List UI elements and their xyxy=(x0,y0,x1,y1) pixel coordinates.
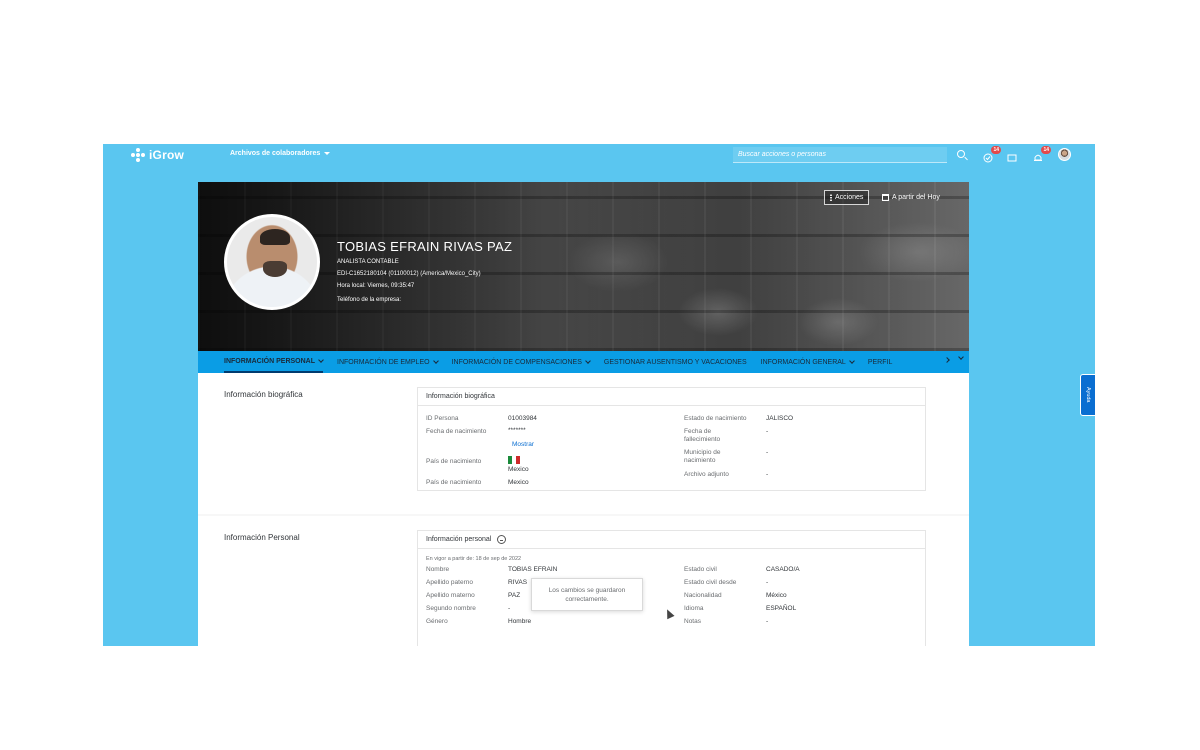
mexico-flag-icon xyxy=(508,456,520,464)
profile-header: TOBIAS EFRAIN RIVAS PAZ ANALISTA CONTABL… xyxy=(198,182,969,351)
gender-label: Género xyxy=(426,618,448,625)
marital-since-label: Estado civil desde xyxy=(684,579,737,586)
more-icon xyxy=(830,194,832,201)
paternal-surname-value: RIVAS xyxy=(508,579,528,586)
help-side-button[interactable]: Ayuda xyxy=(1080,374,1095,416)
phone-label: Teléfono de la empresa: xyxy=(337,297,402,303)
search-icon[interactable] xyxy=(957,150,965,158)
search-input[interactable]: Buscar acciones o personas xyxy=(733,147,947,163)
tab-employment-info[interactable]: INFORMACIÓN DE EMPLEO xyxy=(337,351,439,373)
personal-card-title: Información personal xyxy=(426,536,492,543)
notes-label: Notas xyxy=(684,618,701,625)
marital-status-label: Estado civil xyxy=(684,566,717,573)
dob-label: Fecha de nacimiento xyxy=(426,428,487,435)
maternal-surname-label: Apellido materno xyxy=(426,592,475,599)
approvals-icon[interactable]: 14 xyxy=(983,146,1001,163)
language-value: ESPAÑOL xyxy=(766,605,797,612)
igrow-logo[interactable]: iGrow xyxy=(131,147,184,163)
employee-files-label: Archivos de colaboradores xyxy=(230,150,321,157)
nationality-value: México xyxy=(766,592,787,599)
approvals-badge: 14 xyxy=(991,146,1001,154)
save-success-toast: Los cambios se guardaron correctamente. xyxy=(531,578,643,611)
personal-card: Información personal En vigor a partir d… xyxy=(417,530,926,646)
employee-title: ANALISTA CONTABLE xyxy=(337,259,399,265)
actions-button[interactable]: Acciones xyxy=(824,190,870,205)
logo-text: iGrow xyxy=(149,148,185,162)
marital-status-value: CASADO/A xyxy=(766,566,800,573)
chevron-down-icon[interactable] xyxy=(958,354,964,360)
language-label: Idioma xyxy=(684,605,704,612)
bio-card-header: Información biográfica xyxy=(418,388,925,406)
middle-name-label: Segundo nombre xyxy=(426,605,476,612)
tab-profile[interactable]: PERFIL xyxy=(868,351,893,373)
tab-general-info[interactable]: INFORMACIÓN GENERAL xyxy=(761,351,855,373)
dob-value: ******* xyxy=(508,427,526,434)
bio-card-title: Información biográfica xyxy=(426,393,495,400)
company-phone: Teléfono de la empresa: xyxy=(337,297,401,303)
employee-files-menu[interactable]: Archivos de colaboradores xyxy=(230,150,331,157)
birth-municipality-label: Municipio de nacimiento xyxy=(684,449,721,464)
first-name-label: Nombre xyxy=(426,566,450,573)
tab-personal-info[interactable]: INFORMACIÓN PERSONAL xyxy=(224,351,324,373)
employee-id: EDI-C1652180104 (01100012) (America/Mexi… xyxy=(337,271,481,277)
employee-name: TOBIAS EFRAIN RIVAS PAZ xyxy=(337,239,513,254)
birth-country-value: Mexico xyxy=(508,466,529,473)
chevron-right-icon[interactable] xyxy=(944,357,950,363)
personal-card-header: Información personal xyxy=(418,531,925,549)
toast-line-1: Los cambios se guardaron xyxy=(548,587,626,594)
middle-name-value: - xyxy=(508,605,511,612)
birth-country-label: País de nacimiento xyxy=(426,458,482,465)
chevron-down-icon xyxy=(848,358,855,364)
chevron-down-icon xyxy=(432,358,439,364)
birth-country-label-2: País de nacimiento xyxy=(426,479,482,486)
birth-state-value: JALISCO xyxy=(766,415,794,422)
marital-since-value: - xyxy=(766,579,769,586)
notifications-badge: 14 xyxy=(1041,146,1051,154)
attachment-value: - xyxy=(766,471,769,478)
birth-state-label: Estado de nacimiento xyxy=(684,415,747,422)
birth-country-value-2: Mexico xyxy=(508,479,529,486)
chevron-down-icon xyxy=(318,357,324,363)
calendar-icon xyxy=(882,194,889,201)
person-id-label: ID Persona xyxy=(426,415,459,422)
paternal-surname-label: Apellido paterno xyxy=(426,579,473,586)
chat-icon[interactable] xyxy=(1007,150,1017,162)
user-avatar[interactable] xyxy=(1058,148,1071,161)
profile-panel: TOBIAS EFRAIN RIVAS PAZ ANALISTA CONTABL… xyxy=(198,182,969,646)
first-name-value: TOBIAS EFRAIN xyxy=(508,566,558,573)
effective-date: En vigor a partir de: 18 de sep de 2022 xyxy=(426,556,522,562)
as-of-date-label: A partir del Hoy xyxy=(892,194,940,201)
bio-card: Información biográfica ID Persona 010039… xyxy=(417,387,926,491)
chevron-down-icon xyxy=(324,152,331,155)
personal-section-title: Información Personal xyxy=(224,533,300,542)
logo-icon xyxy=(131,148,145,162)
tab-absence-vacation[interactable]: GESTIONAR AUSENTISMO Y VACACIONES xyxy=(604,351,747,373)
birth-municipality-value: - xyxy=(766,449,769,456)
shell-bar: iGrow Archivos de colaboradores Buscar a… xyxy=(103,144,1095,166)
attachment-label: Archivo adjunto xyxy=(684,471,729,478)
death-date-label: Fecha de fallecimiento xyxy=(684,428,721,443)
toast-line-2: correctamente. xyxy=(565,596,609,603)
gender-value: Hombre xyxy=(508,618,532,625)
show-dob-link[interactable]: Mostrar xyxy=(512,441,534,448)
actions-label: Acciones xyxy=(835,194,864,201)
tab-compensation-info[interactable]: INFORMACIÓN DE COMPENSACIONES xyxy=(452,351,591,373)
notes-value: - xyxy=(766,618,769,625)
as-of-date-button[interactable]: A partir del Hoy xyxy=(882,191,940,204)
bio-section-title: Información biográfica xyxy=(224,390,303,399)
section-tabs: INFORMACIÓN PERSONAL INFORMACIÓN DE EMPL… xyxy=(198,351,969,373)
nationality-label: Nacionalidad xyxy=(684,592,722,599)
local-time: Hora local: Viernes, 09:35:47 xyxy=(337,283,415,289)
chevron-down-icon xyxy=(585,358,591,364)
death-date-value: - xyxy=(766,428,769,435)
bell-icon[interactable]: 14 xyxy=(1033,146,1051,161)
person-id-value: 01003984 xyxy=(508,415,537,422)
collapse-icon[interactable] xyxy=(497,535,507,544)
maternal-surname-value: PAZ xyxy=(508,592,521,599)
bio-section: Información biográfica Información biogr… xyxy=(198,373,969,514)
profile-photo[interactable] xyxy=(224,214,320,310)
app-window: iGrow Archivos de colaboradores Buscar a… xyxy=(103,144,1095,646)
